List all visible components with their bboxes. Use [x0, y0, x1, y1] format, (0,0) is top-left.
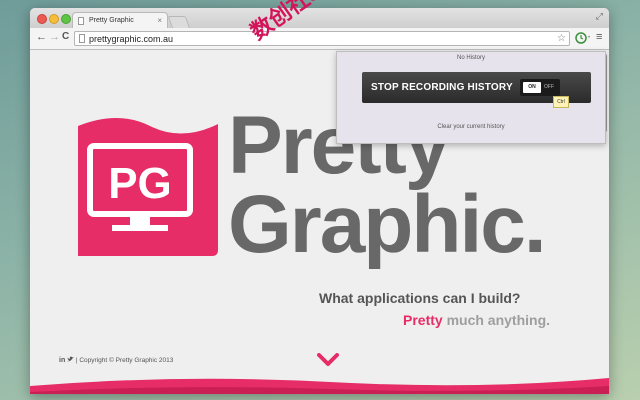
footer-wave	[30, 378, 609, 394]
menu-icon[interactable]: ≡	[596, 31, 602, 43]
answer-highlight: Pretty	[403, 312, 443, 328]
twitter-icon[interactable]	[67, 356, 76, 364]
footer: in | Copyright © Pretty Graphic 2013	[59, 356, 173, 364]
url-input[interactable]	[89, 32, 549, 45]
no-history-label: No History	[456, 55, 485, 61]
close-tab-icon[interactable]: ×	[157, 13, 162, 29]
title-bar: Pretty Graphic × ⤢	[30, 8, 609, 29]
forward-icon[interactable]: →	[49, 31, 60, 43]
ctrl-hint-badge: Ctrl	[553, 96, 569, 108]
answer-rest: much anything.	[442, 312, 551, 328]
recording-label: STOP RECORDING HISTORY	[371, 82, 513, 93]
minimize-window-button[interactable]	[49, 14, 59, 24]
tagline-question: What applications can I build?	[319, 290, 521, 306]
clear-history-link[interactable]: Clear your current history	[337, 124, 605, 130]
toggle-off-label: OFF	[544, 84, 554, 90]
zoom-window-button[interactable]	[61, 14, 71, 24]
tagline-answer: Pretty much anything.	[403, 312, 550, 328]
copyright-text: | Copyright © Pretty Graphic 2013	[75, 357, 174, 364]
fullscreen-icon[interactable]: ⤢	[596, 11, 603, 22]
address-bar[interactable]: ☆	[74, 31, 570, 46]
reload-icon[interactable]: C	[62, 31, 69, 42]
scroll-down-chevron-icon[interactable]	[317, 353, 339, 367]
history-extension-popup: No History STOP RECORDING HISTORY ON OFF…	[336, 51, 606, 144]
tab-title: Pretty Graphic	[89, 17, 134, 24]
tab-pretty-graphic[interactable]: Pretty Graphic ×	[72, 12, 168, 28]
extension-history-icon[interactable]	[575, 32, 587, 47]
page-icon	[79, 34, 85, 43]
close-window-button[interactable]	[37, 14, 47, 24]
toolbar: ← → C ☆ • ≡	[30, 28, 609, 50]
back-icon[interactable]: ←	[36, 31, 47, 43]
recording-toggle-switch[interactable]: ON OFF	[520, 79, 560, 96]
extension-icon[interactable]: •	[588, 35, 590, 41]
recording-toggle-bar: STOP RECORDING HISTORY ON OFF Ctrl	[362, 72, 591, 108]
linkedin-icon[interactable]: in	[59, 357, 65, 364]
browser-window: Pretty Graphic × ⤢ ← → C ☆ • ≡ PG	[30, 8, 609, 394]
pg-logo: PG	[78, 114, 218, 256]
bookmark-star-icon[interactable]: ☆	[557, 32, 566, 45]
logo-text: PG	[108, 159, 172, 208]
toggle-on-label: ON	[523, 82, 541, 93]
brand-title-line2: Graphic.	[228, 179, 547, 270]
page-icon	[78, 17, 84, 25]
